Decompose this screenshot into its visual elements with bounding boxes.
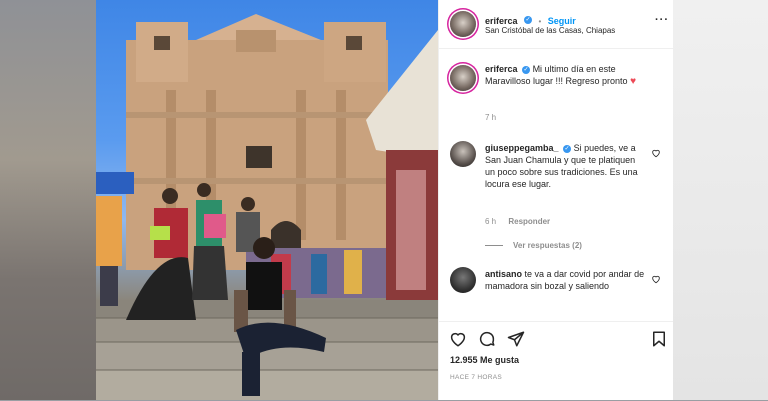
caption-username[interactable]: eriferca (485, 64, 518, 74)
commenter-avatar[interactable] (450, 267, 476, 293)
post-actions: 12.955 Me gusta HACE 7 HORAS (439, 321, 673, 401)
reply-button[interactable]: Responder (508, 217, 550, 226)
likes-count[interactable]: 12.955 Me gusta (450, 355, 519, 365)
post-timestamp[interactable]: HACE 7 HORAS (450, 374, 502, 381)
comment-time[interactable]: 6 h (485, 217, 496, 226)
caption-text-block: eriferca ✓ Mi ultimo día en este Maravil… (485, 63, 657, 88)
verified-badge-icon: ✓ (523, 15, 532, 24)
replies-line (485, 245, 503, 247)
commenter-avatar[interactable] (450, 141, 476, 167)
verified-badge-icon: ✓ (563, 144, 572, 153)
share-paper-plane-icon[interactable] (507, 330, 525, 348)
like-comment-heart-icon[interactable] (651, 148, 661, 158)
view-replies-row[interactable]: Ver respuestas (2) (485, 241, 582, 250)
blurred-background-left (0, 0, 96, 400)
save-bookmark-icon[interactable] (650, 330, 668, 348)
caption-time[interactable]: 7 h (485, 113, 496, 122)
like-comment-heart-icon[interactable] (651, 274, 661, 284)
post-location[interactable]: San Cristóbal de las Casas, Chiapas (485, 25, 615, 37)
comment-text-block: giuseppegamba_ ✓ Si puedes, ve a San Jua… (485, 142, 647, 190)
caption-avatar[interactable] (450, 65, 476, 91)
comment-text-block: antisano te va a dar covid por andar de … (485, 268, 647, 292)
church-scene-illustration (96, 14, 438, 400)
comment-username[interactable]: giuseppegamba_ (485, 143, 559, 153)
comments-list[interactable]: eriferca ✓ Mi ultimo día en este Maravil… (439, 49, 673, 321)
post-photo[interactable] (96, 0, 438, 400)
author-avatar[interactable] (450, 11, 476, 37)
comment-username[interactable]: antisano (485, 269, 522, 279)
comment-bubble-icon[interactable] (478, 330, 496, 348)
more-options-icon[interactable]: ··· (655, 14, 669, 26)
verified-badge-icon: ✓ (522, 65, 531, 74)
comment-meta-row: 6 h Responder (485, 217, 550, 226)
post-header: eriferca ✓ • Seguir San Cristóbal de las… (439, 0, 673, 49)
post-side-panel: eriferca ✓ • Seguir San Cristóbal de las… (438, 0, 673, 400)
like-heart-icon[interactable] (449, 330, 467, 348)
red-heart-icon: ♥ (630, 76, 637, 87)
blurred-background-right (672, 0, 768, 400)
view-replies-button[interactable]: Ver respuestas (2) (513, 241, 582, 250)
